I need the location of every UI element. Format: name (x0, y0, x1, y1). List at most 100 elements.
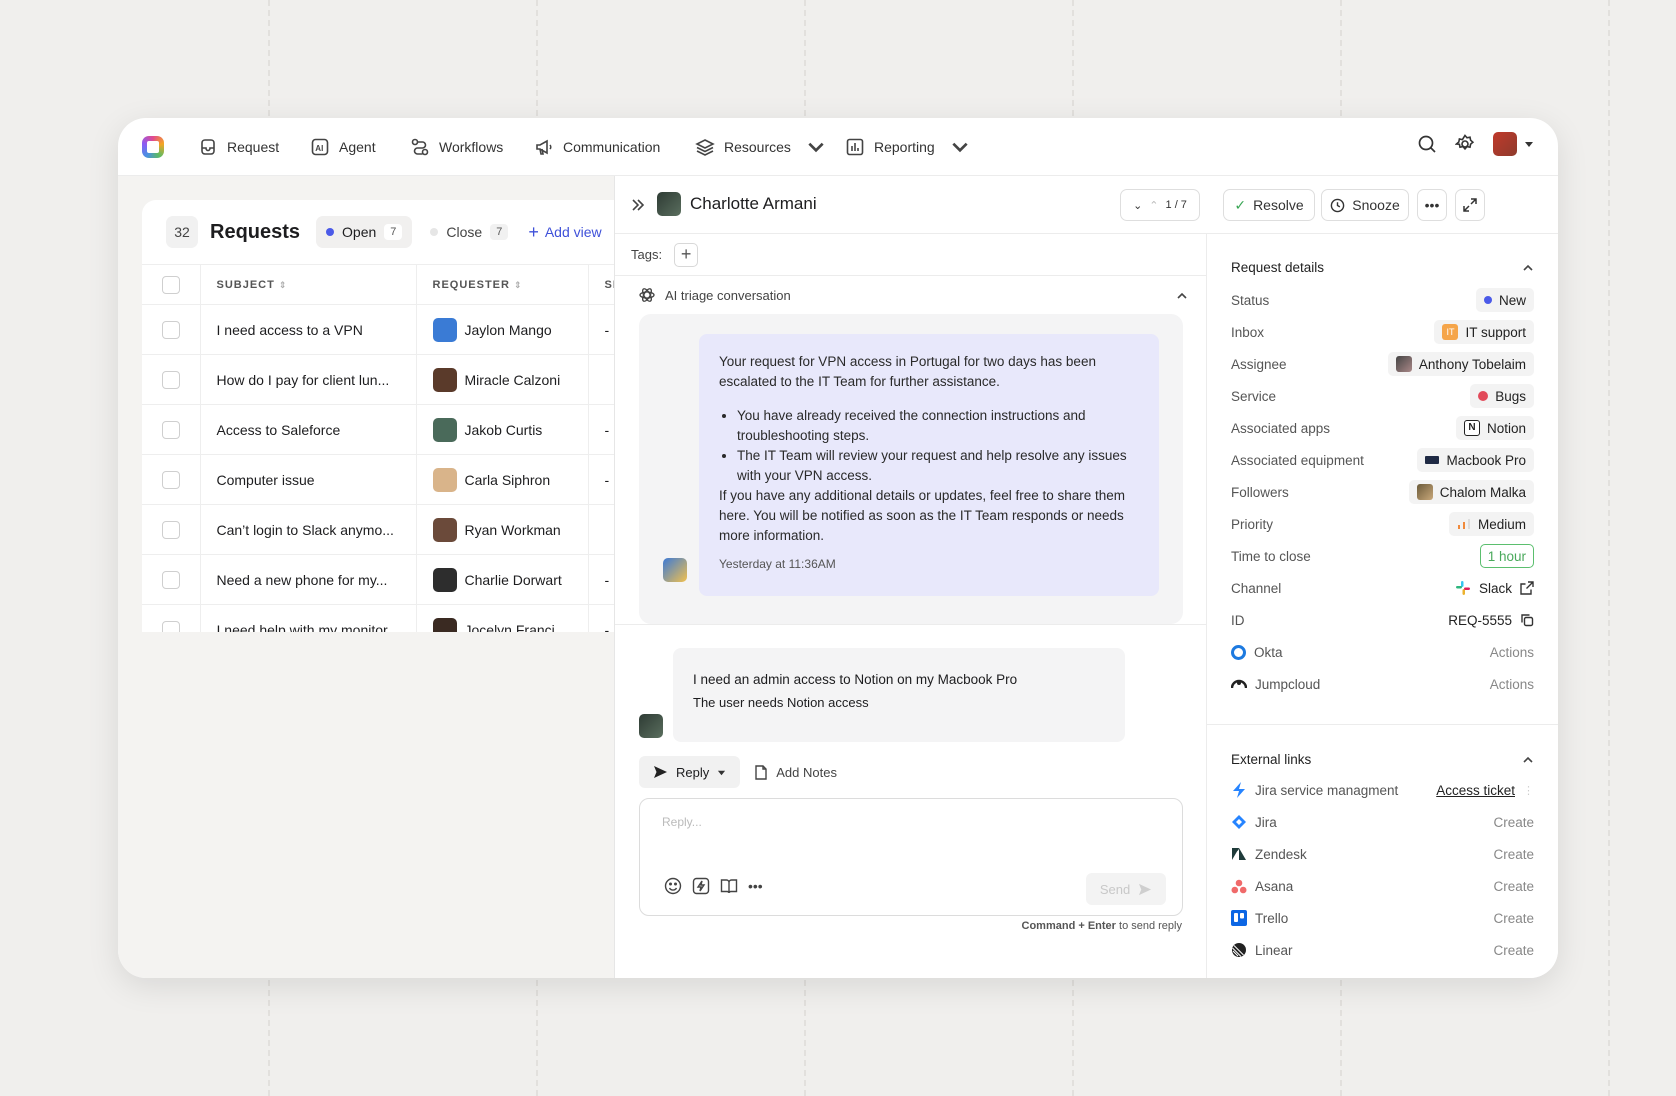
subject-cell[interactable]: Access to Saleforce (200, 404, 417, 455)
search-icon[interactable] (1417, 134, 1437, 154)
row-checkbox[interactable] (161, 320, 180, 339)
tab-open[interactable]: Open 7 (316, 216, 413, 248)
requests-card: 32 Requests Open 7 Close 7 + Add view SU… (142, 200, 614, 632)
chevron-down-icon[interactable]: ⌄ (1133, 199, 1142, 212)
ext-label: Linear (1231, 942, 1293, 958)
create-button[interactable]: Create (1493, 879, 1534, 894)
book-icon[interactable] (720, 877, 738, 895)
ai-triage-header[interactable]: AI triage conversation (615, 276, 1206, 314)
priority-chip[interactable]: Medium (1448, 512, 1534, 536)
nav-communication[interactable]: Communication (534, 136, 660, 158)
requester-text: Charlie Dorwart (464, 571, 562, 588)
subject-cell[interactable]: Can’t login to Slack anymo... (200, 504, 417, 555)
subject-text: Can’t login to Slack anymo... (216, 521, 394, 538)
access-ticket-link[interactable]: Access ticket (1436, 783, 1515, 798)
subject-cell[interactable]: How do I pay for client lun... (200, 354, 417, 405)
row-checkbox[interactable] (161, 370, 180, 389)
equipment-chip[interactable]: Macbook Pro (1417, 448, 1534, 472)
nav-communication-label: Communication (563, 139, 661, 155)
chevron-up-icon[interactable]: ⌃ (1149, 199, 1158, 212)
inbox-chip[interactable]: IT IT support (1434, 320, 1534, 344)
send-button[interactable]: Send (1086, 873, 1166, 905)
table-row[interactable]: Access to Saleforce Jakob Curtis - (142, 404, 614, 455)
subject-text: Access to Saleforce (216, 421, 341, 438)
table-row[interactable]: I need access to a VPN Jaylon Mango - (142, 304, 614, 355)
okta-actions-button[interactable]: Actions (1490, 645, 1534, 660)
avatar (432, 617, 457, 632)
create-button[interactable]: Create (1493, 911, 1534, 926)
requester-wrap: Carla Siphron (432, 467, 588, 492)
requester-cell[interactable]: Jakob Curtis (416, 404, 589, 455)
nav-reporting[interactable]: Reporting (845, 136, 970, 158)
snooze-button[interactable]: Snooze (1321, 189, 1409, 221)
requester-cell[interactable]: Ryan Workman (416, 504, 589, 555)
kebab-icon[interactable]: ⋮ (1523, 784, 1534, 797)
column-requester[interactable]: REQUESTER ⇕ (416, 264, 589, 305)
reply-editor[interactable]: Reply... ••• Send (639, 798, 1183, 916)
chevron-up-icon[interactable] (1522, 754, 1534, 766)
app-logo-icon[interactable] (142, 136, 164, 158)
subject-cell[interactable]: Need a new phone for my... (200, 554, 417, 605)
row-checkbox[interactable] (161, 420, 180, 439)
requester-cell[interactable]: Carla Siphron (416, 454, 589, 505)
tab-close[interactable]: Close 7 (430, 224, 509, 240)
table-row[interactable]: I need help with my monitor Jocelyn Franc… (142, 604, 614, 632)
add-notes-label: Add Notes (776, 764, 837, 780)
table-row[interactable]: Can’t login to Slack anymo... Ryan Workma… (142, 504, 614, 555)
collapse-panel-icon[interactable] (631, 199, 645, 211)
row-checkbox[interactable] (161, 470, 180, 489)
requester-cell[interactable]: Charlie Dorwart (416, 554, 589, 605)
channel-value[interactable]: Slack (1455, 580, 1534, 596)
user-menu[interactable] (1493, 132, 1534, 156)
pager-control[interactable]: ⌄ ⌃ 1 / 7 (1120, 189, 1200, 221)
conversation-pane: Tags: + AI triage conversation Your requ… (615, 234, 1207, 978)
copy-icon[interactable] (1520, 613, 1534, 627)
app-chip[interactable]: N Notion (1455, 416, 1534, 440)
assignee-chip[interactable]: Anthony Tobelaim (1387, 352, 1534, 376)
create-button[interactable]: Create (1493, 815, 1534, 830)
nav-workflows[interactable]: Workflows (410, 136, 503, 158)
table-row[interactable]: Need a new phone for my... Charlie Dorwar… (142, 554, 614, 605)
chevron-up-icon[interactable] (1522, 262, 1534, 274)
jumpcloud-actions-button[interactable]: Actions (1490, 677, 1534, 692)
service-chip[interactable]: Bugs (1470, 384, 1534, 408)
row-checkbox[interactable] (161, 570, 180, 589)
more-icon[interactable]: ••• (748, 877, 763, 895)
row-checkbox[interactable] (161, 520, 180, 539)
add-notes-button[interactable]: Add Notes (754, 765, 837, 780)
lightning-icon[interactable] (692, 877, 710, 895)
create-button[interactable]: Create (1493, 847, 1534, 862)
column-subject[interactable]: SUBJECT ⇕ (200, 264, 417, 305)
external-link-icon[interactable] (1520, 581, 1534, 595)
okta-label: Okta (1231, 644, 1283, 660)
nav-resources[interactable]: Resources (695, 136, 826, 158)
subject-cell[interactable]: Computer issue (200, 454, 417, 505)
requester-cell[interactable]: Jaylon Mango (416, 304, 589, 355)
chevron-up-icon[interactable] (1176, 290, 1188, 302)
subject-cell[interactable]: I need access to a VPN (200, 304, 417, 355)
row-checkbox[interactable] (161, 620, 180, 632)
create-button[interactable]: Create (1493, 943, 1534, 958)
requester-cell[interactable]: Jocelyn Franci (416, 604, 589, 632)
add-tag-button[interactable]: + (674, 242, 699, 267)
follower-chip[interactable]: Chalom Malka (1408, 480, 1534, 504)
table-row[interactable]: How do I pay for client lun... Miracle Ca… (142, 354, 614, 405)
requester-cell[interactable]: Miracle Calzoni (416, 354, 589, 405)
requests-table: SUBJECT ⇕ REQUESTER ⇕ SI I need access t… (142, 264, 614, 632)
nav-request[interactable]: Request (198, 136, 279, 158)
expand-button[interactable] (1455, 189, 1485, 221)
chart-icon (846, 138, 864, 156)
gear-icon[interactable] (1455, 134, 1475, 154)
status-badge[interactable]: New (1475, 288, 1534, 312)
subject-cell[interactable]: I need help with my monitor (200, 604, 417, 632)
nav-agent[interactable]: AI Agent (310, 136, 376, 158)
column-third[interactable]: SI (588, 264, 614, 305)
select-all-checkbox[interactable] (161, 275, 180, 294)
emoji-icon[interactable] (664, 877, 682, 895)
reply-mode-button[interactable]: Reply (639, 756, 741, 788)
chevron-down-icon (808, 142, 824, 153)
table-row[interactable]: Computer issue Carla Siphron - (142, 454, 614, 505)
more-button[interactable]: ••• (1417, 189, 1447, 221)
resolve-button[interactable]: ✓ Resolve (1223, 189, 1315, 221)
add-view-button[interactable]: + Add view (528, 222, 601, 243)
